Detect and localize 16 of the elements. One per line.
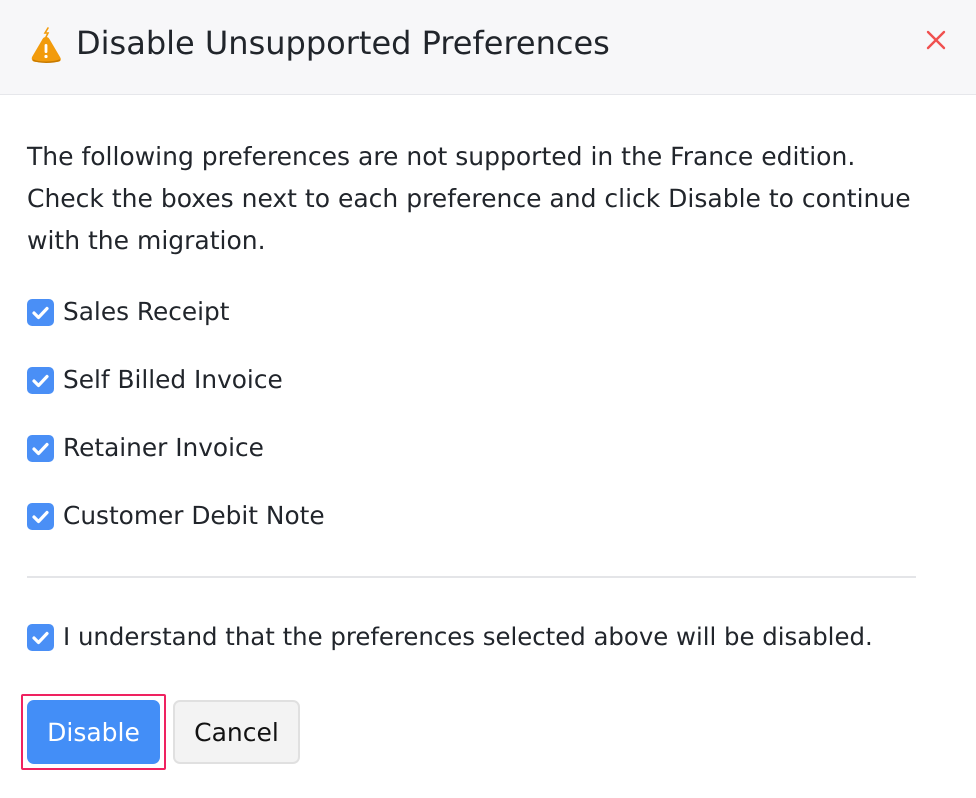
checkbox-label[interactable]: Retainer Invoice (63, 434, 264, 462)
checkbox[interactable] (27, 624, 54, 650)
checkbox[interactable] (27, 366, 54, 394)
checkbox[interactable] (27, 502, 54, 530)
close-button[interactable] (926, 30, 946, 50)
checkbox-label[interactable]: Customer Debit Note (63, 502, 325, 530)
warning-icon (29, 27, 63, 63)
close-icon (926, 30, 946, 50)
checkbox[interactable] (27, 298, 54, 326)
instruction-text: The following preferences are not supported in the France edition. Check the boxes next to each preference and click Disable to continue with the migration. (27, 141, 912, 257)
checkbox-label[interactable]: Sales Receipt (63, 298, 230, 326)
checkbox-label[interactable]: Self Billed Invoice (63, 366, 283, 394)
checkbox-label[interactable]: I understand that the preferences selected above will be disabled. (63, 623, 873, 651)
checkbox[interactable] (27, 434, 54, 462)
dialog-title: Disable Unsupported Preferences (76, 23, 611, 63)
cancel-button[interactable]: Cancel (173, 700, 300, 764)
